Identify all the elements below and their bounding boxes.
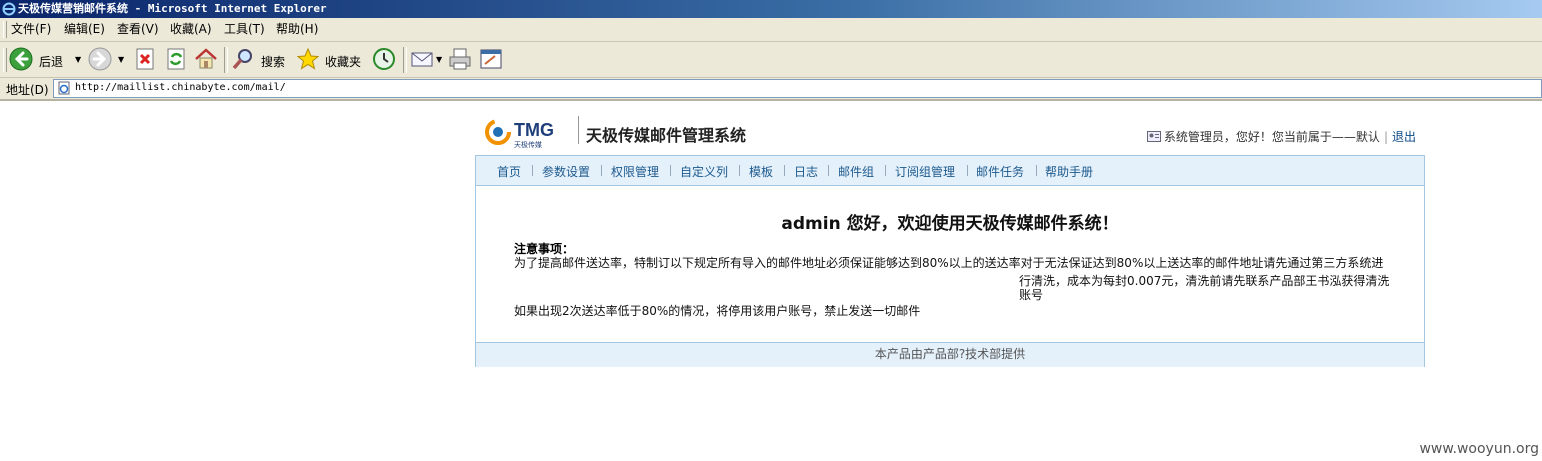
main-nav: 首页 参数设置 权限管理 自定义列 模板 日志 邮件组 订阅组管理 邮件任务 帮…	[476, 156, 1424, 186]
back-label: 后退	[39, 55, 64, 69]
edit-icon	[480, 49, 502, 69]
nav-separator	[784, 165, 785, 176]
notice-line: 行清洗，成本为每封0.007元，清洗前请先联系产品部王书泓获得清洗	[1019, 274, 1390, 288]
forward-arrow-icon	[88, 47, 112, 71]
history-icon	[373, 48, 395, 70]
system-title: 天极传媒邮件管理系统	[586, 126, 747, 145]
nav-templates[interactable]: 模板	[749, 163, 773, 180]
window-titlebar[interactable]: 天极传媒营销邮件系统 - Microsoft Internet Explorer	[0, 0, 1542, 18]
stop-icon	[136, 48, 154, 70]
stop-button[interactable]	[134, 47, 156, 73]
search-label: 搜索	[261, 55, 286, 69]
nav-separator	[1036, 165, 1037, 176]
nav-mail-groups[interactable]: 邮件组	[838, 163, 874, 180]
menu-help[interactable]: 帮助(H)	[276, 22, 318, 36]
addressbar: 地址(D) http://maillist.chinabyte.com/mail…	[0, 78, 1542, 101]
home-button[interactable]	[194, 47, 218, 73]
toolbar-separator	[224, 47, 228, 73]
menu-view[interactable]: 查看(V)	[117, 22, 159, 36]
nav-home[interactable]: 首页	[497, 163, 521, 180]
logo-subtext: 天极传媒	[514, 140, 542, 149]
separator-bar: |	[1383, 130, 1388, 144]
search-button[interactable]: 搜索	[231, 47, 289, 73]
nav-custom-columns[interactable]: 自定义列	[680, 163, 728, 180]
menu-tools[interactable]: 工具(T)	[224, 22, 265, 36]
mail-icon	[411, 52, 433, 67]
user-card-icon	[1146, 131, 1161, 142]
forward-button[interactable]: ▼	[88, 47, 128, 73]
back-button[interactable]: 后退 ▼	[9, 47, 85, 73]
address-input[interactable]: http://maillist.chinabyte.com/mail/	[53, 79, 1542, 98]
mail-button[interactable]: ▼	[410, 47, 444, 73]
nav-help-manual[interactable]: 帮助手册	[1045, 163, 1093, 180]
nav-parameters[interactable]: 参数设置	[542, 163, 590, 180]
main-panel: 首页 参数设置 权限管理 自定义列 模板 日志 邮件组 订阅组管理 邮件任务 帮…	[475, 155, 1425, 367]
logout-link[interactable]: 退出	[1392, 130, 1416, 144]
nav-separator	[601, 165, 602, 176]
nav-separator	[828, 165, 829, 176]
print-button[interactable]	[448, 47, 472, 73]
forward-dropdown-icon[interactable]: ▼	[118, 55, 124, 64]
window-title: 天极传媒营销邮件系统 - Microsoft Internet Explorer	[18, 2, 327, 15]
notice-line: 为了提高邮件送达率，特制订以下规定所有导入的邮件地址必须保证能够达到80%以上的…	[514, 256, 1384, 270]
nav-mail-tasks[interactable]: 邮件任务	[976, 163, 1024, 180]
tmg-logo: TMG 天极传媒	[485, 119, 554, 149]
panel-footer: 本产品由产品部?技术部提供	[476, 342, 1424, 367]
back-dropdown-icon[interactable]: ▼	[75, 55, 81, 64]
back-arrow-icon	[9, 47, 33, 71]
menubar-grip[interactable]	[3, 21, 7, 38]
search-icon	[232, 49, 252, 70]
nav-separator	[967, 165, 968, 176]
menu-favorites[interactable]: 收藏(A)	[170, 22, 212, 36]
menubar: 文件(F) 编辑(E) 查看(V) 收藏(A) 工具(T) 帮助(H)	[0, 18, 1542, 42]
page-header: TMG 天极传媒 天极传媒邮件管理系统 系统管理员，您好！您当前属于——默认 | 退…	[476, 110, 1426, 154]
nav-separator	[739, 165, 740, 176]
nav-subscription-groups[interactable]: 订阅组管理	[895, 163, 955, 180]
logo-divider	[578, 116, 579, 144]
edit-button[interactable]	[479, 47, 503, 73]
logo-text: TMG	[514, 120, 554, 140]
nav-permissions[interactable]: 权限管理	[611, 163, 659, 180]
ie-page-icon	[58, 81, 70, 95]
notice-line: 如果出现2次送达率低于80%的情况，将停用该用户账号，禁止发送一切邮件	[514, 304, 921, 318]
address-url: http://maillist.chinabyte.com/mail/	[75, 82, 286, 93]
refresh-button[interactable]	[165, 47, 187, 73]
toolbar-grip[interactable]	[3, 48, 7, 72]
history-button[interactable]	[372, 47, 396, 73]
ie-logo-icon	[2, 2, 16, 16]
refresh-icon	[167, 48, 185, 70]
printer-icon	[449, 48, 471, 70]
menu-file[interactable]: 文件(F)	[11, 22, 51, 36]
nav-separator	[885, 165, 886, 176]
nav-logs[interactable]: 日志	[794, 163, 818, 180]
mail-dropdown-icon[interactable]: ▼	[436, 55, 442, 64]
welcome-heading: admin 您好，欢迎使用天极传媒邮件系统！	[781, 214, 1119, 234]
toolbar: 后退 ▼ ▼ 搜索 收藏夹 ▼	[0, 42, 1542, 78]
nav-separator	[670, 165, 671, 176]
user-area: 系统管理员，您好！您当前属于——默认 | 退出	[1146, 128, 1416, 145]
star-icon	[296, 47, 320, 70]
nav-separator	[532, 165, 533, 176]
watermark: www.wooyun.org	[1419, 441, 1539, 457]
footer-text: 本产品由产品部?技术部提供	[874, 347, 1026, 361]
toolbar-separator	[403, 47, 407, 73]
favorites-label: 收藏夹	[325, 55, 362, 69]
address-label: 地址(D)	[6, 83, 49, 97]
notice-line: 账号	[1019, 288, 1044, 302]
user-greeting: 系统管理员，您好！您当前属于——默认	[1163, 130, 1380, 144]
favorites-button[interactable]: 收藏夹	[296, 47, 368, 73]
menu-edit[interactable]: 编辑(E)	[64, 22, 105, 36]
home-icon	[195, 48, 217, 69]
